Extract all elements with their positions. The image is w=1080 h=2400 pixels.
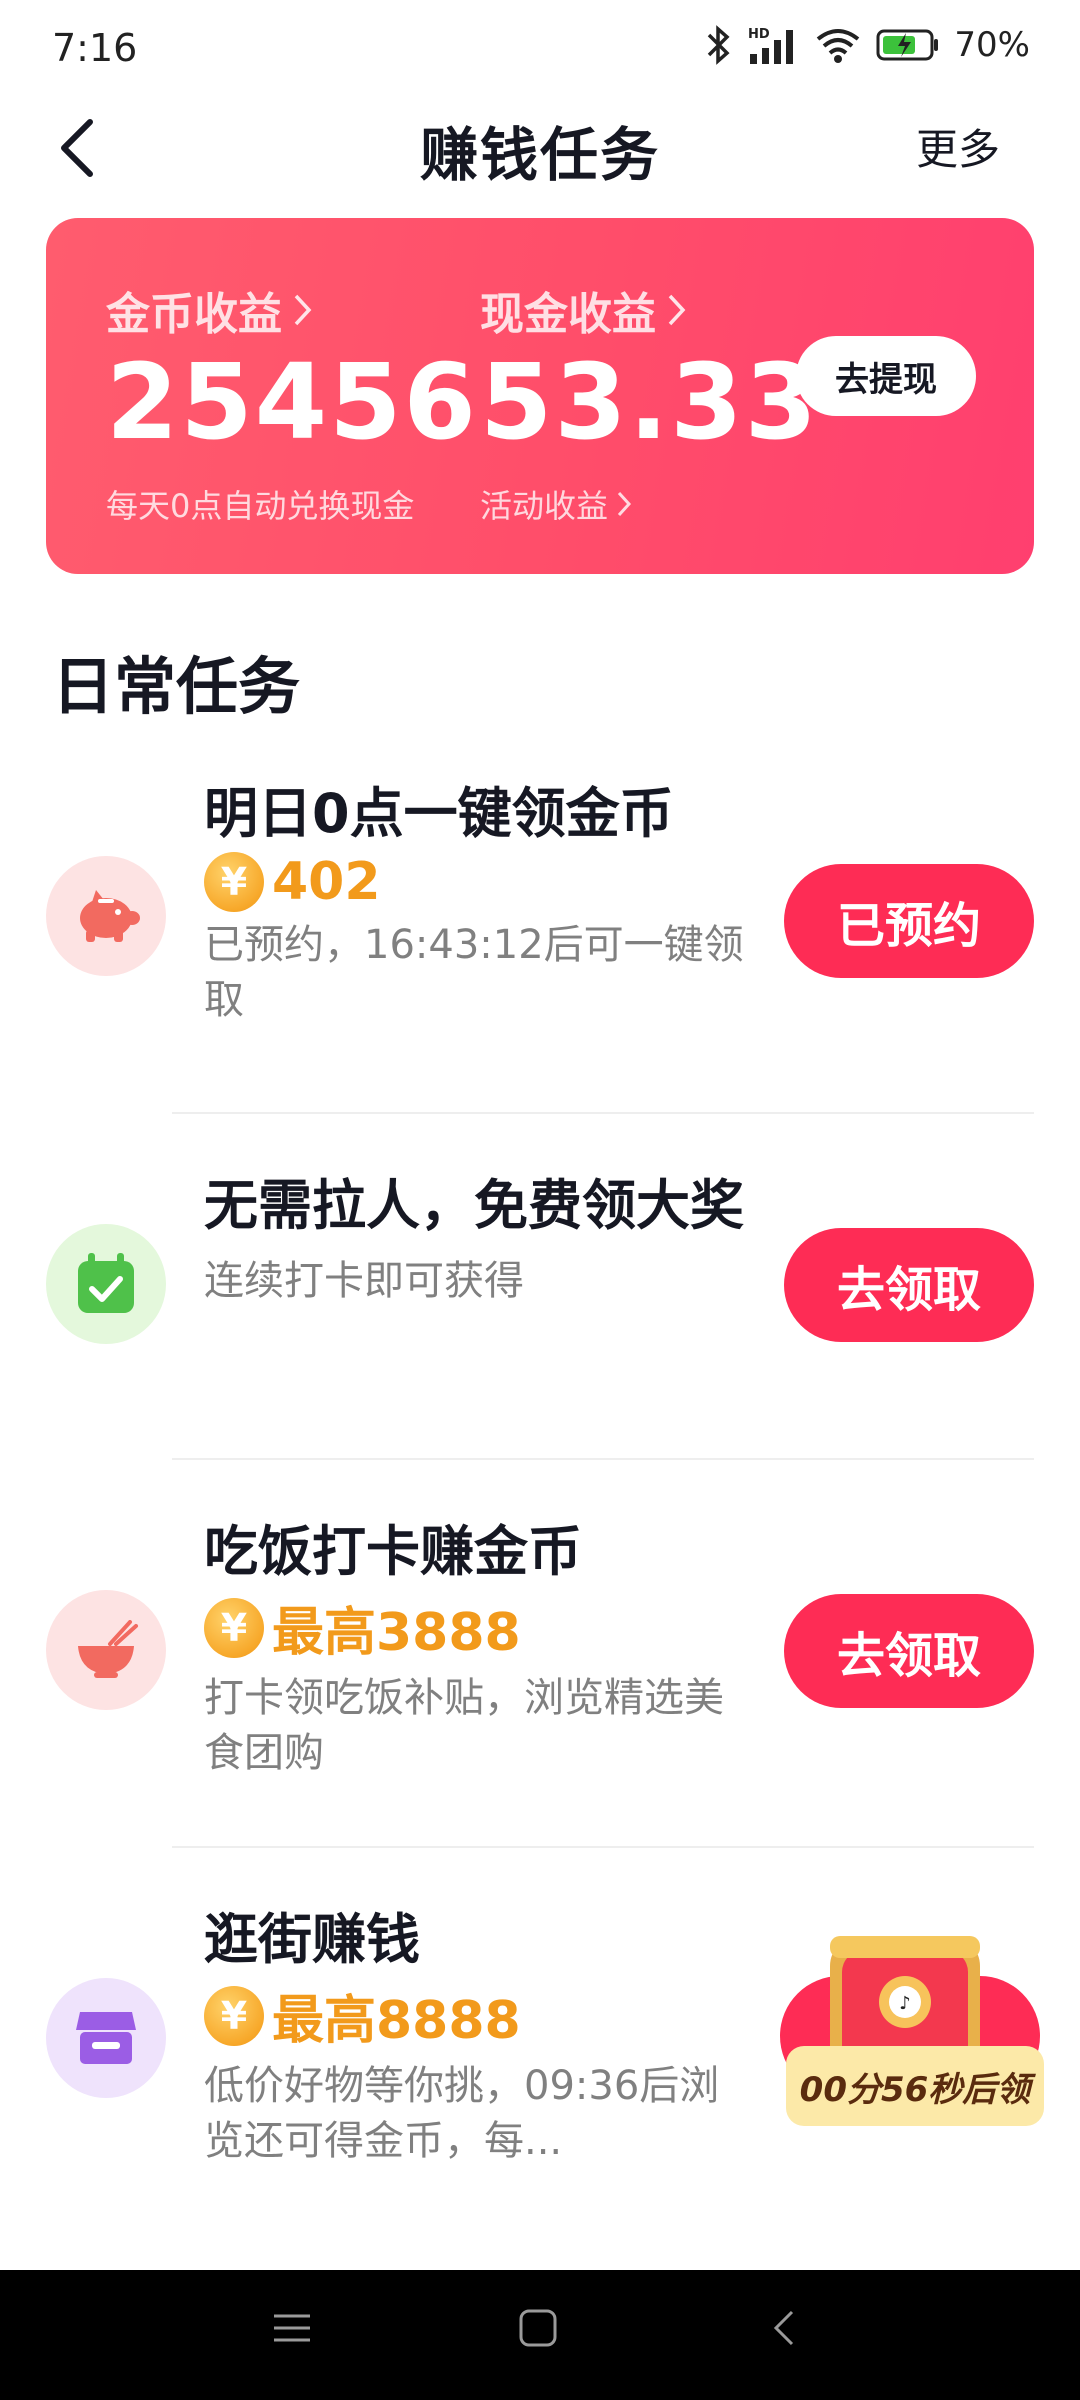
daily-tasks-title: 日常任务 <box>52 650 301 723</box>
earnings-card: 金币收益 25456 每天0点自动兑换现金 现金收益 53.33 活动收益 去提… <box>46 218 1034 574</box>
chevron-right-icon <box>668 294 686 326</box>
task-body: 逛街赚钱 ¥ 最高8888 低价好物等你挑，09:36后浏览还可得金币，每... <box>204 1906 744 2169</box>
task-description: 已预约，16:43:12后可一键领取 <box>204 922 744 1024</box>
task-body: 吃饭打卡赚金币 ¥ 最高3888 打卡领吃饭补贴，浏览精选美食团购 <box>204 1518 744 1781</box>
withdraw-button[interactable]: 去提现 <box>796 336 976 416</box>
task-title: 无需拉人，免费领大奖 <box>204 1174 744 1237</box>
task-description: 连续打卡即可获得 <box>204 1258 524 1305</box>
task-body: 无需拉人，免费领大奖 连续打卡即可获得 <box>204 1172 744 1309</box>
claim-button[interactable]: 去领取 <box>784 1594 1034 1708</box>
status-icons: HD 70% <box>706 24 1030 66</box>
battery-icon <box>876 29 939 61</box>
status-time: 7:16 <box>52 26 138 70</box>
cash-earnings[interactable]: 现金收益 53.33 活动收益 <box>480 278 819 527</box>
bluetooth-icon <box>708 25 730 65</box>
task-icon-circle <box>46 856 166 976</box>
chevron-right-icon <box>294 294 312 326</box>
claim-button[interactable]: 去领取 <box>784 1228 1034 1342</box>
menu-icon[interactable] <box>272 2308 312 2348</box>
task-body: 明日0点一键领金币 ¥ 402 已预约，16:43:12后可一键领取 <box>204 780 744 1028</box>
activity-earnings-link[interactable]: 活动收益 <box>480 481 819 527</box>
rice-bowl-icon <box>78 1620 138 1678</box>
more-button[interactable]: 更多 <box>916 116 1000 177</box>
countdown-timer: 00分56秒后领 <box>786 2046 1044 2126</box>
status-bar: 7:16 HD 70% <box>0 0 1080 100</box>
signal-icon: HD <box>748 27 794 64</box>
cash-earnings-value: 53.33 <box>480 341 819 463</box>
task-reward: ¥ 最高3888 <box>204 1590 744 1665</box>
system-nav-bar <box>0 2270 1080 2400</box>
reserved-button[interactable]: 已预约 <box>784 864 1034 978</box>
task-title: 逛街赚钱 <box>204 1908 420 1971</box>
network-label: HD <box>748 27 770 42</box>
reward-amount: 最高3888 <box>272 1603 521 1664</box>
task-description: 打卡领吃饭补贴，浏览精选美食团购 <box>204 1675 724 1777</box>
coin-icon: ¥ <box>204 1597 264 1658</box>
coin-icon: ¥ <box>204 1985 264 2046</box>
battery-percent: 70% <box>954 25 1030 65</box>
task-description: 低价好物等你挑，09:36后浏览还可得金币，每... <box>204 2063 720 2165</box>
task-title: 明日0点一键领金币 <box>204 782 674 845</box>
task-icon-circle <box>46 1224 166 1344</box>
divider <box>172 1112 1034 1114</box>
wifi-icon <box>817 29 860 63</box>
task-reward: ¥ 最高8888 <box>204 1978 744 2053</box>
shop-icon <box>76 2012 136 2064</box>
back-nav-icon[interactable] <box>766 2308 806 2348</box>
coin-earnings-label-row: 金币收益 <box>106 278 478 342</box>
task-reward: ¥ 402 <box>204 852 744 913</box>
coin-earnings-value: 25456 <box>106 341 478 463</box>
cash-earnings-label: 现金收益 <box>480 289 656 340</box>
cash-earnings-label-row: 现金收益 <box>480 278 819 342</box>
coin-icon: ¥ <box>204 852 264 913</box>
reward-amount: 最高8888 <box>272 1991 521 2052</box>
task-icon-circle <box>46 1978 166 2098</box>
coin-earnings-label: 金币收益 <box>106 289 282 340</box>
activity-earnings-label: 活动收益 <box>480 487 609 526</box>
task-icon-circle <box>46 1590 166 1710</box>
home-icon[interactable] <box>518 2308 558 2348</box>
chevron-right-icon <box>617 492 632 517</box>
coin-exchange-note: 每天0点自动兑换现金 <box>106 487 415 526</box>
piggy-bank-icon <box>80 890 140 942</box>
header: 赚钱任务 更多 <box>0 100 1080 190</box>
coin-earnings[interactable]: 金币收益 25456 每天0点自动兑换现金 <box>106 278 478 527</box>
divider <box>172 1846 1034 1848</box>
svg-text:♪: ♪ <box>899 1993 911 2014</box>
task-title: 吃饭打卡赚金币 <box>204 1520 582 1583</box>
divider <box>172 1458 1034 1460</box>
reward-amount: 402 <box>272 852 381 913</box>
calendar-check-icon <box>78 1253 134 1313</box>
